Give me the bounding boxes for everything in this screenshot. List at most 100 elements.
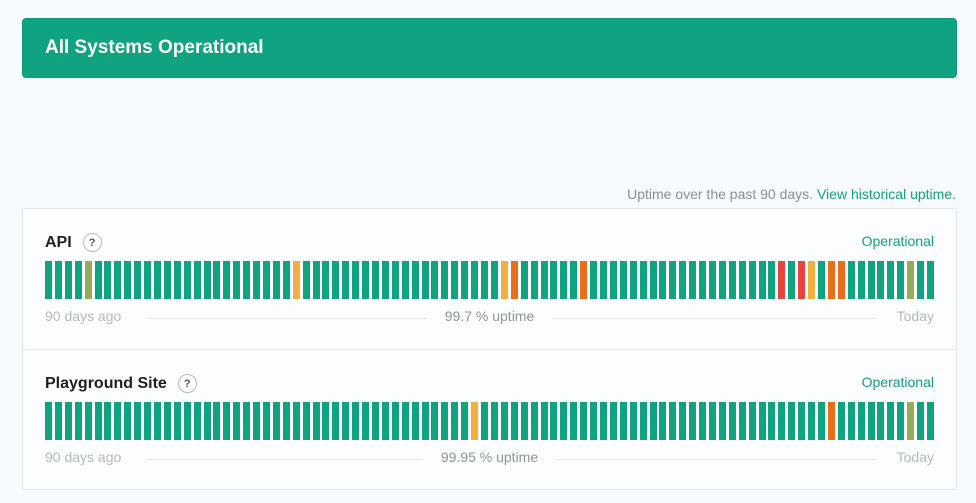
uptime-day-bar[interactable] [788, 402, 796, 440]
uptime-day-bar[interactable] [451, 261, 459, 299]
uptime-day-bar[interactable] [302, 261, 310, 299]
uptime-day-bar[interactable] [629, 402, 637, 440]
uptime-day-bar[interactable] [560, 402, 568, 440]
uptime-day-bar[interactable] [887, 261, 895, 299]
uptime-day-bar[interactable] [282, 402, 290, 440]
uptime-day-bar[interactable] [927, 261, 934, 299]
uptime-day-bar[interactable] [570, 402, 578, 440]
uptime-day-bar[interactable] [54, 261, 62, 299]
uptime-day-bar[interactable] [372, 402, 380, 440]
help-icon[interactable]: ? [82, 233, 102, 252]
uptime-day-bar[interactable] [847, 402, 855, 440]
uptime-day-bar[interactable] [372, 261, 380, 299]
uptime-day-bar[interactable] [84, 402, 92, 440]
uptime-day-bar[interactable] [649, 402, 657, 440]
uptime-day-bar[interactable] [629, 261, 637, 299]
uptime-day-bar[interactable] [550, 261, 558, 299]
uptime-day-bar[interactable] [778, 261, 786, 299]
uptime-day-bar[interactable] [411, 402, 419, 440]
uptime-day-bar[interactable] [144, 261, 152, 299]
uptime-day-bar[interactable] [263, 402, 271, 440]
uptime-day-bar[interactable] [263, 261, 271, 299]
uptime-day-bar[interactable] [580, 402, 588, 440]
uptime-day-bar[interactable] [193, 402, 201, 440]
uptime-day-bar[interactable] [748, 261, 756, 299]
uptime-day-bar[interactable] [857, 261, 865, 299]
uptime-day-bar[interactable] [917, 402, 925, 440]
uptime-day-bar[interactable] [173, 261, 181, 299]
uptime-day-bar[interactable] [798, 402, 806, 440]
uptime-day-bar[interactable] [699, 402, 707, 440]
uptime-day-bar[interactable] [877, 261, 885, 299]
uptime-day-bar[interactable] [510, 261, 518, 299]
uptime-day-bar[interactable] [332, 402, 340, 440]
uptime-day-bar[interactable] [253, 261, 261, 299]
uptime-day-bar[interactable] [580, 261, 588, 299]
uptime-day-bar[interactable] [550, 402, 558, 440]
uptime-day-bar[interactable] [233, 261, 241, 299]
uptime-day-bar[interactable] [461, 402, 469, 440]
uptime-day-bar[interactable] [708, 261, 716, 299]
uptime-day-bar[interactable] [897, 402, 905, 440]
uptime-day-bar[interactable] [748, 402, 756, 440]
uptime-day-bar[interactable] [897, 261, 905, 299]
uptime-day-bar[interactable] [669, 261, 677, 299]
uptime-day-bar[interactable] [114, 402, 122, 440]
uptime-day-bar[interactable] [134, 261, 142, 299]
uptime-day-bar[interactable] [342, 261, 350, 299]
uptime-day-bar[interactable] [64, 261, 72, 299]
uptime-day-bar[interactable] [778, 402, 786, 440]
uptime-day-bar[interactable] [163, 261, 171, 299]
uptime-day-bar[interactable] [183, 261, 191, 299]
uptime-day-bar[interactable] [808, 261, 816, 299]
uptime-day-bar[interactable] [649, 261, 657, 299]
uptime-day-bar[interactable] [788, 261, 796, 299]
uptime-day-bar[interactable] [411, 261, 419, 299]
uptime-day-bar[interactable] [154, 261, 161, 299]
uptime-day-bar[interactable] [144, 402, 152, 440]
view-historical-uptime-link[interactable]: View historical uptime. [817, 186, 956, 202]
uptime-day-bar[interactable] [867, 261, 875, 299]
uptime-day-bar[interactable] [540, 402, 548, 440]
uptime-day-bar[interactable] [64, 402, 72, 440]
uptime-day-bar[interactable] [481, 402, 489, 440]
uptime-day-bar[interactable] [94, 402, 102, 440]
uptime-day-bar[interactable] [907, 261, 915, 299]
uptime-day-bar[interactable] [362, 261, 370, 299]
uptime-day-bar[interactable] [827, 402, 835, 440]
uptime-day-bar[interactable] [84, 261, 92, 299]
uptime-day-bar[interactable] [619, 402, 627, 440]
uptime-day-bar[interactable] [847, 261, 855, 299]
uptime-day-bar[interactable] [599, 402, 607, 440]
uptime-day-bar[interactable] [203, 261, 211, 299]
uptime-day-bar[interactable] [490, 261, 498, 299]
uptime-day-bar[interactable] [520, 261, 528, 299]
uptime-day-bar[interactable] [887, 402, 895, 440]
uptime-day-bar[interactable] [679, 261, 687, 299]
uptime-day-bar[interactable] [510, 402, 518, 440]
uptime-day-bar[interactable] [490, 402, 498, 440]
uptime-day-bar[interactable] [728, 402, 736, 440]
uptime-day-bar[interactable] [768, 402, 776, 440]
uptime-day-bar[interactable] [867, 402, 875, 440]
uptime-day-bar[interactable] [74, 402, 82, 440]
uptime-day-bar[interactable] [312, 261, 320, 299]
uptime-day-bar[interactable] [173, 402, 181, 440]
uptime-day-bar[interactable] [471, 402, 479, 440]
uptime-day-bar[interactable] [332, 261, 340, 299]
uptime-day-bar[interactable] [381, 402, 389, 440]
uptime-day-bar[interactable] [421, 402, 429, 440]
uptime-day-bar[interactable] [272, 402, 280, 440]
uptime-day-bar[interactable] [401, 261, 409, 299]
uptime-day-bar[interactable] [223, 402, 231, 440]
uptime-day-bar[interactable] [718, 402, 726, 440]
uptime-day-bar[interactable] [441, 261, 449, 299]
uptime-day-bar[interactable] [659, 261, 667, 299]
uptime-day-bar[interactable] [669, 402, 677, 440]
uptime-day-bar[interactable] [233, 402, 241, 440]
uptime-day-bar[interactable] [570, 261, 578, 299]
uptime-day-bar[interactable] [837, 261, 845, 299]
uptime-day-bar[interactable] [917, 261, 925, 299]
uptime-day-bar[interactable] [441, 402, 449, 440]
uptime-day-bar[interactable] [639, 261, 647, 299]
